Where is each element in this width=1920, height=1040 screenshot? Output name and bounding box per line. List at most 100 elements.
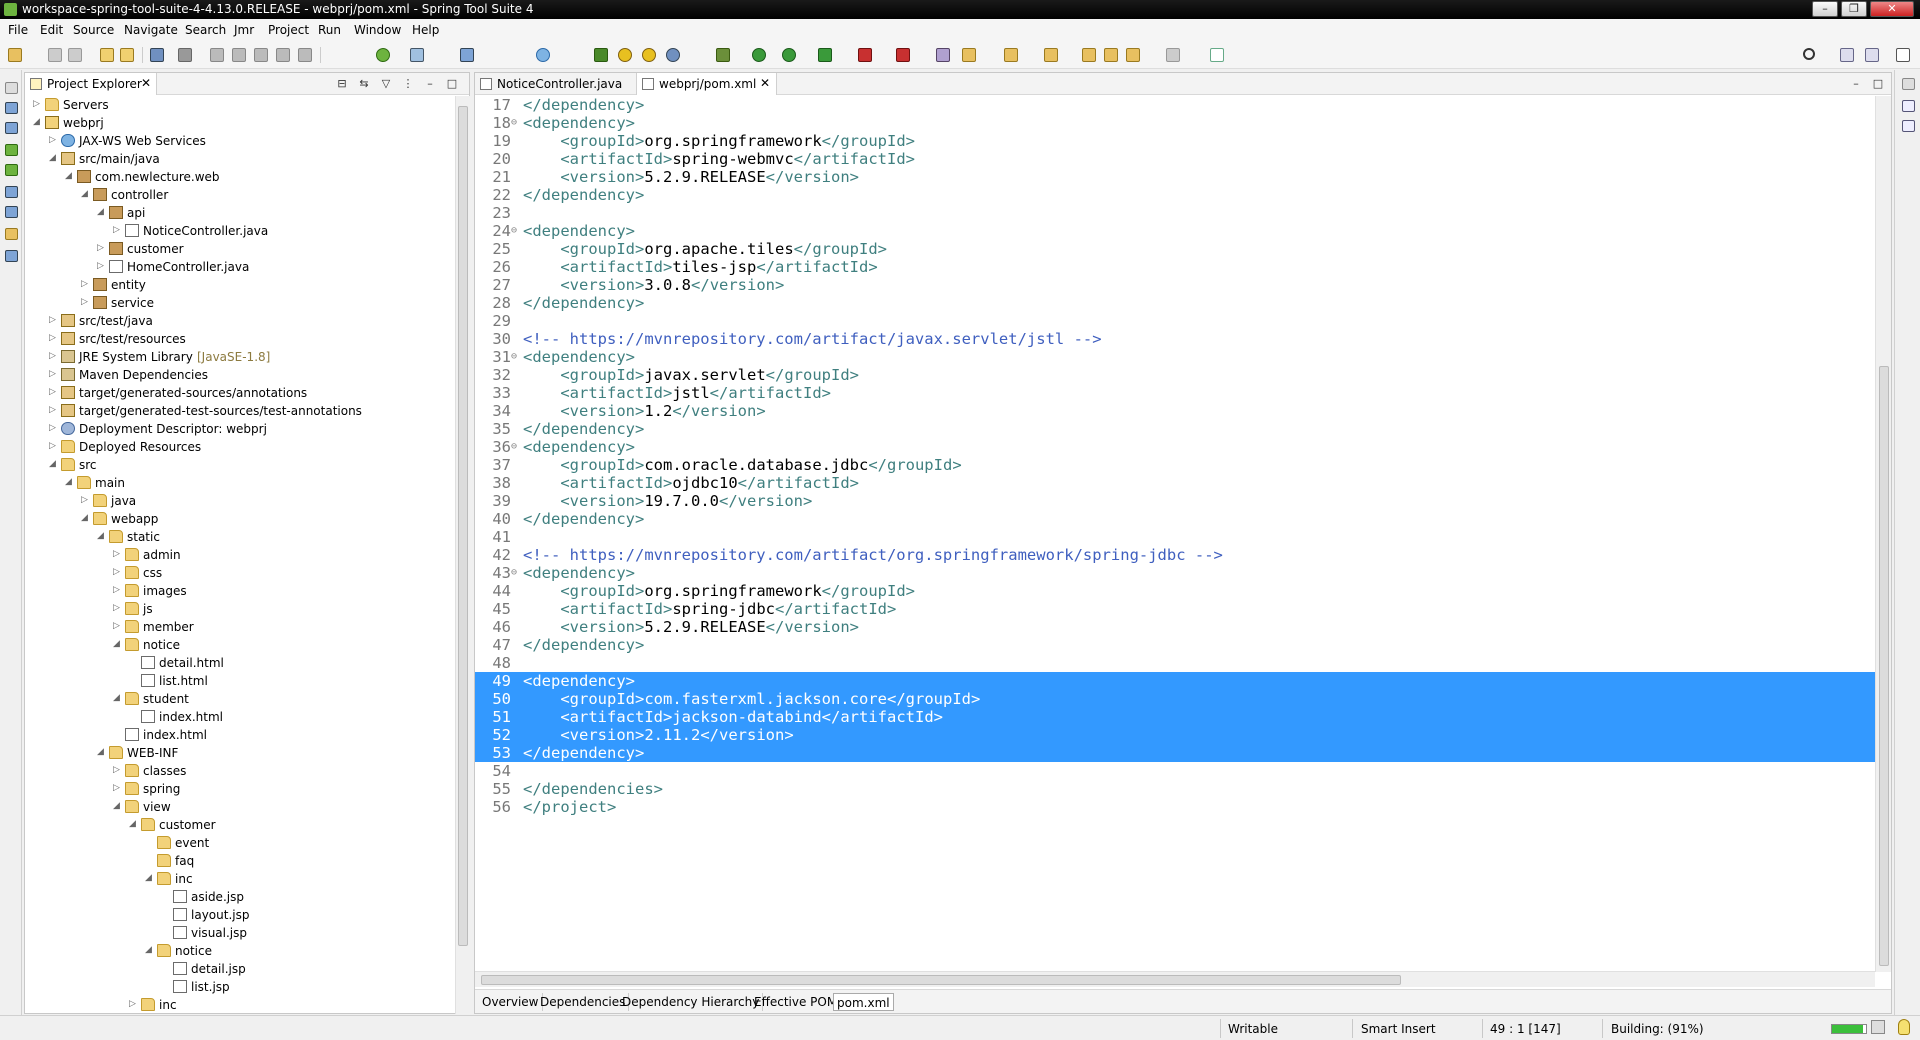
expand-arrow-icon[interactable]: ▷ [113, 584, 123, 596]
expand-arrow-icon[interactable]: ▷ [49, 404, 59, 416]
code-line[interactable]: 39 <version>19.7.0.0</version> [475, 492, 1875, 510]
collapse-arrow-icon[interactable]: ◢ [113, 692, 123, 704]
collapse-arrow-icon[interactable]: ◢ [113, 638, 123, 650]
minimize-view-icon[interactable]: – [1849, 77, 1863, 91]
new-spring-project-icon[interactable] [410, 48, 424, 62]
external-tools-icon[interactable] [896, 48, 910, 62]
tree-item[interactable]: ▷ Deployment Descriptor: webprj [25, 420, 455, 438]
tree-item[interactable]: index.html [25, 708, 455, 726]
code-line[interactable]: 52 <version>2.11.2</version> [475, 726, 1875, 744]
tree-item[interactable]: ◢ src/main/java [25, 150, 455, 168]
expand-arrow-icon[interactable]: ▷ [113, 602, 123, 614]
tree-item[interactable]: ▷ entity [25, 276, 455, 294]
tab-dependency-hierarchy[interactable]: Dependency Hierarchy [619, 993, 764, 1011]
close-icon[interactable]: ✕ [141, 76, 151, 90]
boot-dashboard-icon[interactable] [376, 48, 390, 62]
previous-annotation-icon[interactable] [1044, 48, 1058, 62]
build-progress-bar[interactable] [1831, 1024, 1867, 1034]
code-line[interactable]: 22 </dependency> [475, 186, 1875, 204]
expand-arrow-icon[interactable]: ▷ [49, 332, 59, 344]
expand-arrow-icon[interactable]: ▷ [49, 134, 59, 146]
new-java-class-icon[interactable] [460, 48, 474, 62]
maximize-view-icon[interactable]: □ [1871, 77, 1885, 91]
debug-icon[interactable] [752, 48, 766, 62]
collapse-arrow-icon[interactable]: ◢ [113, 800, 123, 812]
code-line[interactable]: 35 </dependency> [475, 420, 1875, 438]
tree-item[interactable]: ▷ js [25, 600, 455, 618]
tree-item[interactable]: ▷ src/test/java [25, 312, 455, 330]
tab-effective-pom[interactable]: Effective POM [751, 993, 842, 1011]
back-history-icon[interactable] [1104, 48, 1118, 62]
collapse-arrow-icon[interactable]: ◢ [65, 476, 75, 488]
save-all-icon[interactable] [68, 48, 82, 62]
collapse-arrow-icon[interactable]: ◢ [145, 872, 155, 884]
code-line[interactable]: 31 ⊖ <dependency> [475, 348, 1875, 366]
code-line[interactable]: 24 ⊖ <dependency> [475, 222, 1875, 240]
outline-icon[interactable] [5, 206, 18, 218]
code-line[interactable]: 54 [475, 762, 1875, 780]
expand-arrow-icon[interactable]: ▷ [97, 242, 107, 254]
tree-item[interactable]: aside.jsp [25, 888, 455, 906]
code-line[interactable]: 38 <artifactId>ojdbc10</artifactId> [475, 474, 1875, 492]
perspective-java-icon[interactable] [1865, 48, 1879, 62]
progress-view-icon[interactable] [1871, 1020, 1885, 1034]
tree-item[interactable]: ▷ css [25, 564, 455, 582]
search-web-icon[interactable] [666, 48, 680, 62]
tree-item[interactable]: ▷ java [25, 492, 455, 510]
forward-icon[interactable] [1166, 48, 1180, 62]
minimize-button[interactable]: – [1812, 1, 1838, 17]
code-line[interactable]: 36 ⊖ <dependency> [475, 438, 1875, 456]
skip-breakpoints-icon[interactable] [178, 48, 192, 62]
save-icon[interactable] [48, 48, 62, 62]
package-explorer-icon[interactable] [5, 102, 18, 114]
explorer-scrollbar-thumb[interactable] [458, 106, 468, 946]
code-line[interactable]: 55 </dependencies> [475, 780, 1875, 798]
open-perspective-icon[interactable] [1210, 48, 1224, 62]
fold-toggle-icon[interactable]: ⊖ [511, 438, 517, 456]
resume-icon[interactable] [210, 48, 224, 62]
expand-arrow-icon[interactable]: ▷ [81, 494, 91, 506]
tree-item[interactable]: ▷ classes [25, 762, 455, 780]
tree-item[interactable]: ▷ Servers [25, 96, 455, 114]
code-line[interactable]: 37 <groupId>com.oracle.database.jdbc</gr… [475, 456, 1875, 474]
tree-item[interactable]: ◢ student [25, 690, 455, 708]
expand-arrow-icon[interactable]: ▷ [113, 224, 123, 236]
minimize-view-icon[interactable]: – [423, 77, 437, 91]
build-status[interactable]: Building: (91%) [1611, 1022, 1704, 1036]
search-icon[interactable] [1803, 48, 1815, 60]
code-line[interactable]: 48 [475, 654, 1875, 672]
tree-item[interactable]: ▷ service [25, 294, 455, 312]
run-icon[interactable] [782, 48, 796, 62]
collapse-arrow-icon[interactable]: ◢ [97, 206, 107, 218]
tab-pom-xml[interactable]: webprj/pom.xml ✕ [637, 73, 777, 95]
tree-item[interactable]: ▷ NoticeController.java [25, 222, 455, 240]
restore-icon[interactable] [1902, 78, 1915, 90]
expand-arrow-icon[interactable]: ▷ [113, 548, 123, 560]
code-line[interactable]: 46 <version>5.2.9.RELEASE</version> [475, 618, 1875, 636]
tab-notice-controller[interactable]: NoticeController.java [475, 73, 637, 95]
expand-arrow-icon[interactable]: ▷ [113, 782, 123, 794]
code-line[interactable]: 41 [475, 528, 1875, 546]
maximize-button[interactable]: ❐ [1841, 1, 1867, 17]
step-into-icon[interactable] [298, 48, 312, 62]
restore-icon[interactable] [5, 82, 18, 94]
tree-item[interactable]: ▷ images [25, 582, 455, 600]
type-hierarchy-icon[interactable] [5, 122, 18, 134]
pin-icon[interactable] [962, 48, 976, 62]
code-line[interactable]: 51 <artifactId>jackson-databind</artifac… [475, 708, 1875, 726]
tree-item[interactable]: ▷ customer [25, 240, 455, 258]
expand-arrow-icon[interactable]: ▷ [49, 314, 59, 326]
tree-item[interactable]: ◢ notice [25, 636, 455, 654]
tree-item[interactable]: ▷ target/generated-sources/annotations [25, 384, 455, 402]
code-line[interactable]: 49 <dependency> [475, 672, 1875, 690]
open-resource-icon[interactable] [120, 48, 134, 62]
code-line[interactable]: 50 <groupId>com.fasterxml.jackson.core</… [475, 690, 1875, 708]
tree-item[interactable]: visual.jsp [25, 924, 455, 942]
link-with-editor-icon[interactable]: ⇆ [357, 77, 371, 91]
tree-item[interactable]: ◢ notice [25, 942, 455, 960]
terminate-icon[interactable] [254, 48, 268, 62]
tree-item[interactable]: ◢ webapp [25, 510, 455, 528]
perspective-spring-icon[interactable] [1896, 48, 1910, 62]
editor-vertical-thumb[interactable] [1879, 366, 1889, 966]
code-line[interactable]: 53 </dependency> [475, 744, 1875, 762]
